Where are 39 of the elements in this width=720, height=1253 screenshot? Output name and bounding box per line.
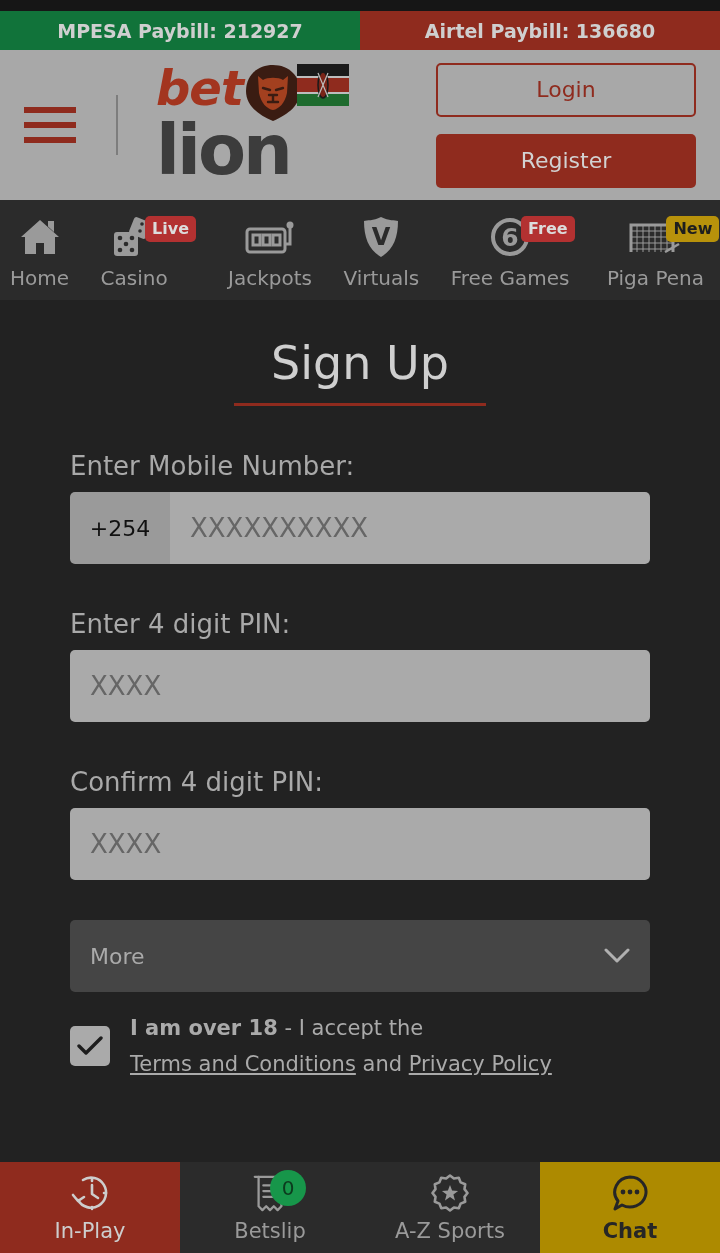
slot-machine-icon <box>245 220 296 254</box>
more-dropdown[interactable]: More <box>70 920 650 992</box>
nav-tab[interactable]: Home <box>10 215 70 290</box>
promo-badge: Free <box>521 216 575 242</box>
field-label: Confirm 4 digit PIN: <box>70 766 325 798</box>
chat-icon <box>611 1174 649 1212</box>
page-title: Sign Up <box>271 338 449 388</box>
consent-text: I am over 18 - I accept the Terms and Conditions and Privacy Policy <box>130 1015 553 1078</box>
checkmark-icon <box>77 1036 103 1056</box>
nav-tab[interactable]: V Virtuals <box>343 215 420 290</box>
home-icon <box>19 217 60 257</box>
field-label: Enter 4 digit PIN: <box>70 608 292 640</box>
field-label: Enter Mobile Number: <box>70 450 356 482</box>
privacy-link[interactable]: Privacy Policy <box>408 1052 552 1076</box>
bottom-tab[interactable]: Chat <box>540 1162 720 1253</box>
bottom-tab[interactable]: A-Z Sports <box>360 1162 540 1253</box>
shield-icon: V <box>363 216 400 258</box>
bottom-tab[interactable]: In-Play <box>0 1162 180 1253</box>
terms-link[interactable]: Terms and Conditions <box>130 1052 356 1076</box>
menu-icon[interactable] <box>24 107 76 143</box>
logo-text: lion <box>156 118 291 182</box>
register-button[interactable]: Register <box>436 133 696 188</box>
checkbox[interactable] <box>70 1026 110 1066</box>
nav-tab[interactable]: New Piga Pena <box>606 215 720 290</box>
star-badge-icon <box>431 1174 469 1212</box>
new-badge: New <box>666 216 720 242</box>
paybill-banner: MPESA Paybill: 212927 <box>0 11 360 50</box>
clock-arrow-icon <box>71 1174 109 1212</box>
nav-tab[interactable]: Jackpots <box>228 215 312 290</box>
country-code: +254 <box>70 492 170 564</box>
login-button[interactable]: Login <box>436 62 696 117</box>
pin-input[interactable]: XXXX <box>70 650 650 722</box>
promo-badge: Live <box>145 216 197 242</box>
pin-input[interactable]: XXXX <box>70 808 650 880</box>
paybill-banner: Airtel Paybill: 136680 <box>360 11 720 50</box>
nav-tab[interactable]: Live Casino <box>100 215 197 290</box>
phone-input[interactable]: XXXXXXXXXX <box>170 492 650 564</box>
flag-icon <box>296 64 349 106</box>
nav-tab[interactable]: 6 Free Free Games <box>450 215 576 290</box>
